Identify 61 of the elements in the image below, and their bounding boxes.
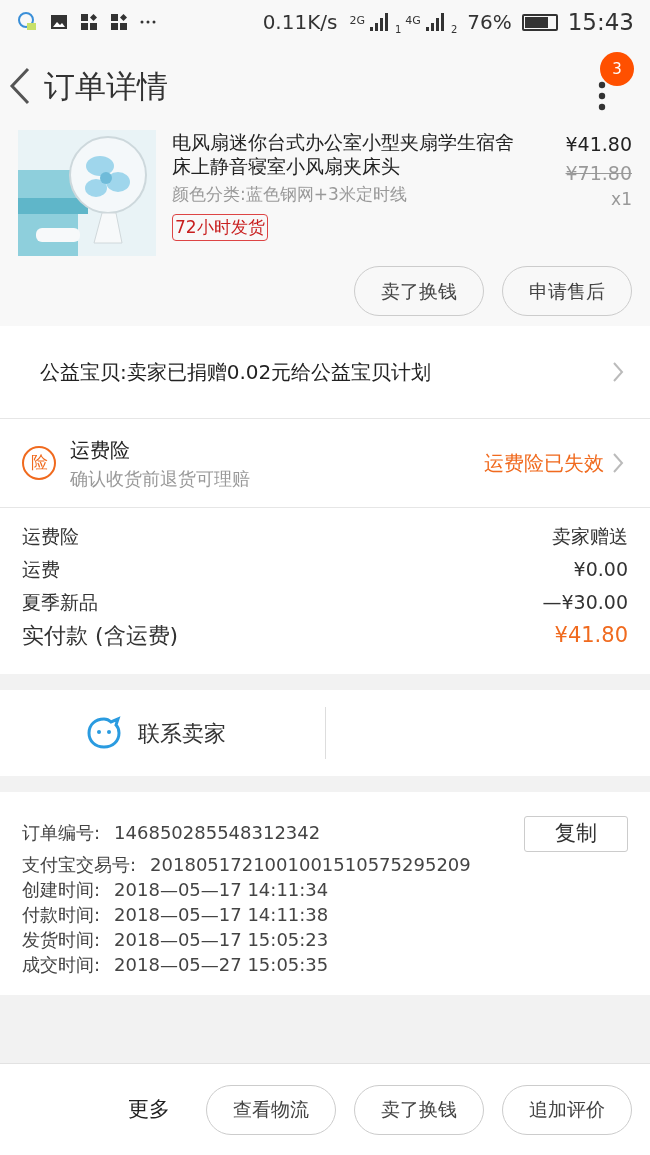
action-button[interactable]: 卖了换钱: [354, 266, 484, 316]
notification-badge: 3: [600, 52, 634, 86]
cost-label: 运费: [22, 557, 60, 582]
cost-value: 卖家赠送: [552, 524, 628, 549]
insurance-status: 运费险已失效: [484, 450, 604, 477]
info-label: 发货时间:: [22, 928, 101, 952]
insurance-title: 运费险: [70, 436, 131, 464]
cost-label: 运费险: [22, 524, 79, 549]
app-grid-icon: [110, 13, 128, 31]
network-speed: 0.11K/s: [262, 9, 338, 36]
image-icon: [50, 13, 68, 31]
sim-index: 1: [394, 23, 402, 38]
product-title: 电风扇迷你台式办公室小型夹扇学生宿舍床上静音寝室小风扇夹床头: [172, 130, 515, 178]
charity-row[interactable]: 公益宝贝:卖家已捐赠0.02元给公益宝贝计划: [0, 326, 650, 418]
info-value: 2018—05—17 15:05:23: [114, 928, 329, 952]
clock: 15:43: [567, 7, 634, 37]
chevron-right-icon: [612, 361, 624, 383]
info-label: 成交时间:: [22, 953, 101, 977]
info-value: 2018—05—27 15:05:35: [114, 953, 329, 977]
cost-value: ¥0.00: [573, 557, 628, 582]
signal-icon: [424, 12, 447, 32]
info-value: 2018051721001001510575295209: [150, 853, 471, 877]
action-button[interactable]: 查看物流: [206, 1084, 336, 1135]
action-button[interactable]: 追加评价: [502, 1084, 632, 1135]
info-value: 2018—05—17 14:11:34: [114, 878, 329, 902]
battery-icon: [521, 13, 558, 31]
more-menu-icon[interactable]: [598, 81, 606, 111]
original-price: ¥71.80: [565, 160, 632, 186]
action-button[interactable]: 申请售后: [502, 266, 632, 316]
product-variant: 颜色分类:蓝色钢网+3米定时线: [172, 183, 408, 206]
info-value: 2018—05—17 14:11:38: [114, 903, 329, 927]
copy-button[interactable]: 复制: [524, 816, 628, 852]
info-value: 146850285548312342: [114, 821, 321, 845]
info-label: 订单编号:: [22, 821, 101, 845]
chevron-right-icon: [612, 452, 624, 474]
app-grid-icon: [80, 13, 98, 31]
network-type: 2G: [349, 12, 365, 29]
product-price: ¥41.80: [565, 132, 632, 157]
cost-label: 夏季新品: [22, 590, 98, 615]
back-icon[interactable]: [8, 67, 32, 105]
more-notifications-icon: [140, 20, 156, 24]
chat-bubble-icon: [86, 716, 122, 750]
page-title: 订单详情: [44, 66, 168, 106]
network-type: 4G: [405, 12, 421, 29]
signal-icon: [368, 12, 391, 32]
cost-value: —¥30.00: [542, 590, 628, 615]
cost-label: 实付款 (含运费): [22, 622, 179, 650]
shipping-tag: 72小时发货: [172, 213, 268, 241]
product-quantity: x1: [611, 188, 632, 211]
sim-index: 2: [450, 23, 458, 38]
insurance-row[interactable]: 险 运费险 确认收货前退货可理赔 运费险已失效: [0, 419, 650, 507]
info-label: 支付宝交易号:: [22, 853, 137, 877]
battery-percent: 76%: [467, 9, 512, 36]
info-label: 创建时间:: [22, 878, 101, 902]
charity-text: 公益宝贝:卖家已捐赠0.02元给公益宝贝计划: [40, 359, 432, 386]
insurance-subtitle: 确认收货前退货可理赔: [70, 466, 250, 491]
insurance-icon: 险: [22, 446, 56, 480]
cost-value: ¥41.80: [554, 621, 628, 649]
action-button[interactable]: 卖了换钱: [354, 1084, 484, 1135]
info-label: 付款时间:: [22, 903, 101, 927]
more-button[interactable]: 更多: [128, 1093, 170, 1126]
